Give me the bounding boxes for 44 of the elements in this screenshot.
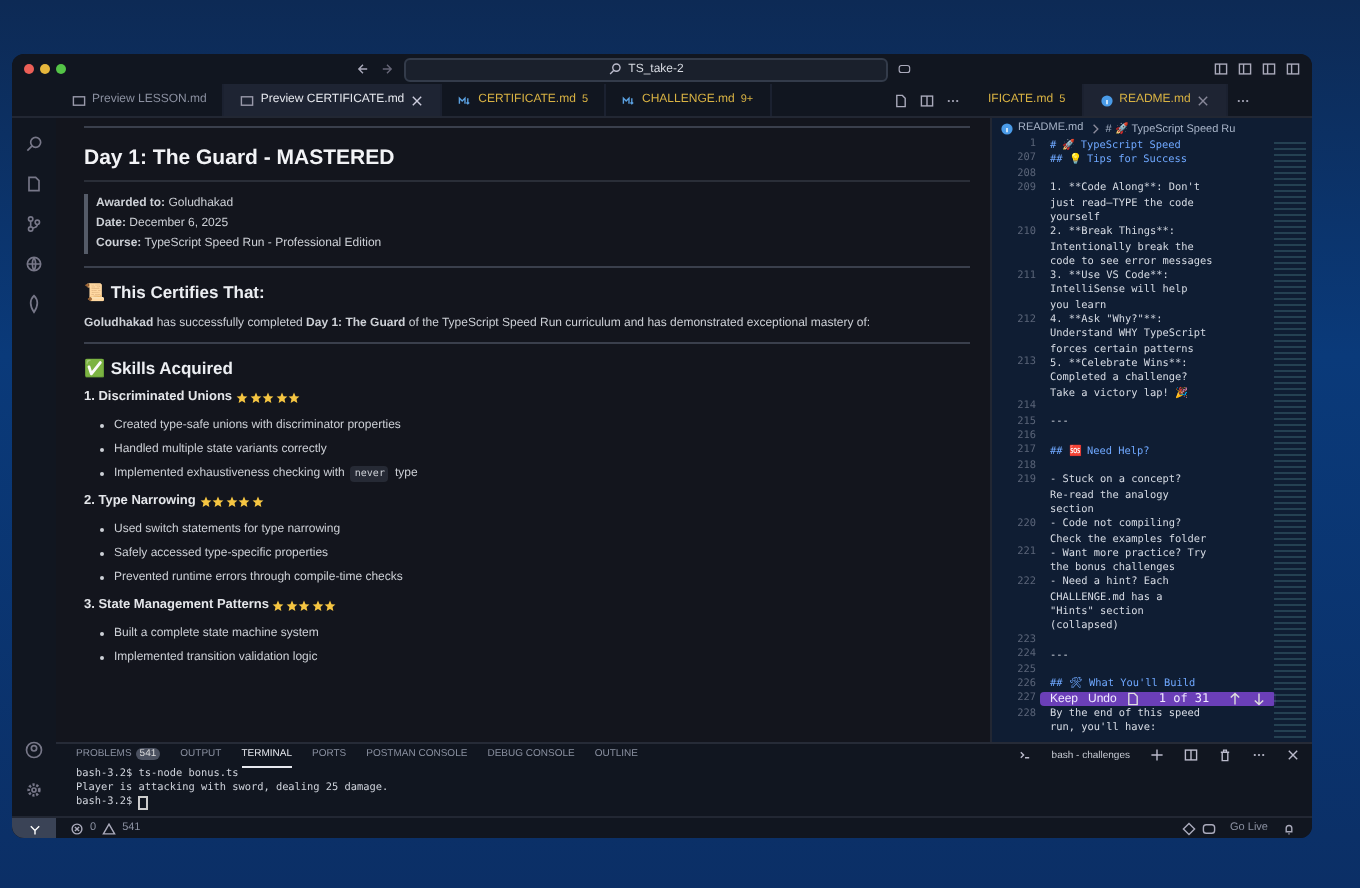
split-terminal-icon[interactable] [1184, 748, 1198, 762]
back-arrow-icon[interactable] [356, 62, 370, 76]
layout-icon[interactable] [1286, 62, 1300, 76]
files-icon[interactable] [24, 174, 44, 194]
plus-icon[interactable] [1150, 748, 1164, 762]
globe-icon[interactable] [24, 254, 44, 274]
file-icon[interactable] [894, 93, 908, 107]
close-icon[interactable] [1196, 93, 1211, 107]
down-arrow-icon[interactable] [1251, 692, 1266, 707]
layout-icon[interactable] [1238, 62, 1252, 76]
remote-icon [27, 821, 41, 835]
section-heading: 📜 This Certifies That: [84, 282, 267, 302]
diamond-icon[interactable] [1182, 821, 1197, 835]
close-icon[interactable] [410, 93, 425, 107]
markdown-icon [622, 93, 637, 107]
account-icon[interactable] [24, 740, 44, 760]
close-control-icon[interactable] [24, 64, 34, 74]
certificate-title: Day 1: The Guard - MASTERED [84, 136, 970, 182]
preview-icon [72, 93, 86, 107]
up-arrow-icon[interactable] [1227, 692, 1242, 707]
preview-icon [240, 93, 255, 107]
warning-icon [102, 821, 117, 835]
layout-icon[interactable] [1262, 62, 1276, 76]
forward-arrow-icon[interactable] [380, 62, 394, 76]
maximize-control-icon[interactable] [56, 64, 66, 74]
layout-icon[interactable] [1214, 62, 1228, 76]
split-editor-icon[interactable] [920, 93, 934, 107]
info-icon [1000, 121, 1014, 135]
trash-icon[interactable] [1218, 748, 1232, 762]
branch-icon[interactable] [24, 214, 44, 234]
close-icon[interactable] [1286, 748, 1300, 762]
error-icon [70, 821, 84, 835]
markdown-icon [458, 93, 473, 107]
search-icon [608, 62, 623, 76]
remote-button[interactable] [12, 818, 56, 838]
file-icon[interactable] [1126, 692, 1141, 707]
info-icon [1099, 93, 1114, 107]
text-cursor [138, 796, 149, 810]
section-heading: ✅ Skills Acquired [84, 358, 235, 378]
settings-icon[interactable] [24, 780, 44, 800]
chevron-icon [1087, 121, 1102, 135]
minimize-control-icon[interactable] [40, 64, 50, 74]
search-icon[interactable] [24, 134, 44, 154]
terminal-icon [1017, 748, 1032, 762]
